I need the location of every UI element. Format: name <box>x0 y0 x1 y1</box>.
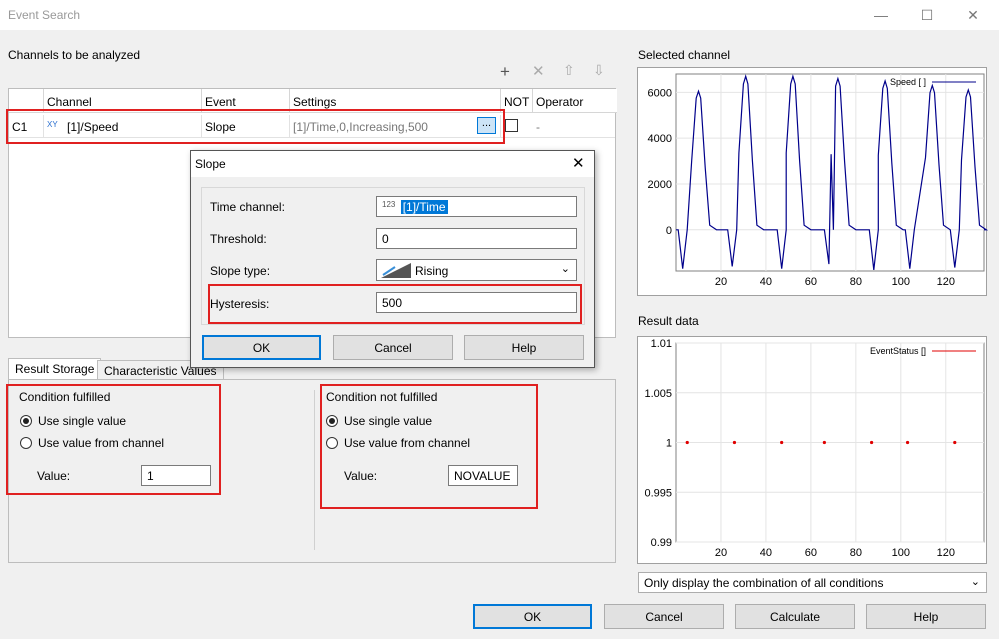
threshold-input[interactable]: 0 <box>376 228 577 249</box>
ok-button[interactable]: OK <box>473 604 592 629</box>
x-tick-label: 40 <box>760 547 772 559</box>
numeric-channel-icon: 123 <box>382 200 396 209</box>
speed-chart-svg: 20 40 60 80 100 120 0 2000 4000 6000 Speed [ ] <box>648 73 989 288</box>
event-status-point <box>780 440 784 445</box>
y-tick-label: 4000 <box>648 133 672 145</box>
y-tick-label: 1.01 <box>651 338 672 350</box>
title-bar <box>0 0 999 30</box>
event-status-point <box>905 440 910 445</box>
dialog-cancel-button[interactable]: Cancel <box>333 335 453 360</box>
dialog-close-icon[interactable]: ✕ <box>572 154 585 172</box>
highlight-fulfilled-box <box>6 384 221 495</box>
result-data-chart: 20 40 60 80 100 120 1.01 1.005 1 0.995 0.99 EventSt… <box>637 336 987 564</box>
col-operator-header[interactable]: Operator <box>533 89 617 113</box>
chevron-down-icon: ⌄ <box>970 576 980 588</box>
x-tick-label: 100 <box>892 276 910 288</box>
calculate-button[interactable]: Calculate <box>735 604 855 629</box>
slope-type-value: Rising <box>415 264 449 278</box>
event-status-point <box>822 440 826 445</box>
slope-type-label: Slope type: <box>210 264 271 278</box>
move-down-icon[interactable]: ⇩ <box>593 62 605 79</box>
help-button[interactable]: Help <box>866 604 986 629</box>
y-tick-label: 0.995 <box>644 487 672 499</box>
highlight-hysteresis-box <box>208 284 582 324</box>
event-status-point <box>953 440 957 445</box>
x-tick-label: 60 <box>805 547 817 559</box>
col-not-header[interactable]: NOT <box>501 89 533 113</box>
minimize-icon[interactable]: — <box>858 0 904 30</box>
dialog-ok-button[interactable]: OK <box>202 335 321 360</box>
selected-channel-chart: 20 40 60 80 100 120 0 2000 4000 6000 Speed [ ] <box>637 67 989 296</box>
slope-type-select[interactable]: Rising ⌄ <box>376 259 577 281</box>
slope-dialog-titlebar <box>191 151 594 177</box>
time-channel-value: [1]/Time <box>400 200 448 214</box>
delete-icon[interactable]: ✕ <box>532 62 545 80</box>
legend-label: EventStatus [] <box>870 346 926 356</box>
y-tick-label: 0 <box>666 225 672 237</box>
highlight-not-fulfilled-box <box>320 384 538 509</box>
panel-divider <box>314 390 315 550</box>
y-tick-label: 6000 <box>648 87 672 99</box>
selected-channel-title: Selected channel <box>638 48 731 62</box>
event-status-point <box>685 440 689 445</box>
result-data-title: Result data <box>638 314 699 328</box>
highlight-row-box <box>6 109 505 144</box>
rising-slope-icon <box>381 263 411 278</box>
event-status-point <box>732 440 737 445</box>
x-tick-label: 20 <box>715 547 727 559</box>
y-tick-label: 2000 <box>648 179 672 191</box>
y-tick-label: 1 <box>666 438 672 450</box>
chevron-down-icon: ⌄ <box>560 263 570 275</box>
tab-result-storage[interactable]: Result Storage <box>8 358 102 380</box>
x-tick-label: 20 <box>715 276 727 288</box>
event-status-point <box>869 440 874 445</box>
time-channel-label: Time channel: <box>210 200 285 214</box>
x-tick-label: 60 <box>805 276 817 288</box>
x-tick-label: 120 <box>937 276 955 288</box>
status-chart-svg: 20 40 60 80 100 120 1.01 1.005 1 0.995 0.99 EventSt… <box>644 338 985 559</box>
maximize-icon[interactable]: ☐ <box>904 0 950 30</box>
operator-cell[interactable]: - <box>533 115 617 137</box>
threshold-label: Threshold: <box>210 232 267 246</box>
x-tick-label: 40 <box>760 276 772 288</box>
slope-dialog-title: Slope <box>195 157 226 171</box>
close-icon[interactable]: ✕ <box>950 0 996 30</box>
slope-dialog: Slope ✕ Time channel: 123 [1]/Time Thres… <box>190 150 595 368</box>
move-up-icon[interactable]: ⇧ <box>563 62 575 79</box>
display-option-value: Only display the combination of all cond… <box>644 576 884 590</box>
window-title: Event Search <box>8 8 81 22</box>
x-tick-label: 80 <box>850 547 862 559</box>
y-tick-label: 0.99 <box>651 537 672 549</box>
channels-section-title: Channels to be analyzed <box>8 48 141 62</box>
y-tick-label: 1.005 <box>644 388 672 400</box>
cancel-button[interactable]: Cancel <box>604 604 724 629</box>
plot-area <box>675 73 985 272</box>
x-tick-label: 100 <box>892 547 910 559</box>
not-checkbox[interactable] <box>505 119 518 132</box>
legend-label: Speed [ ] <box>890 77 926 87</box>
time-channel-input[interactable]: 123 [1]/Time <box>376 196 577 217</box>
display-option-select[interactable]: Only display the combination of all cond… <box>638 572 987 593</box>
add-icon[interactable]: + <box>500 62 510 82</box>
dialog-help-button[interactable]: Help <box>464 335 584 360</box>
x-tick-label: 80 <box>850 276 862 288</box>
x-tick-label: 120 <box>937 547 955 559</box>
